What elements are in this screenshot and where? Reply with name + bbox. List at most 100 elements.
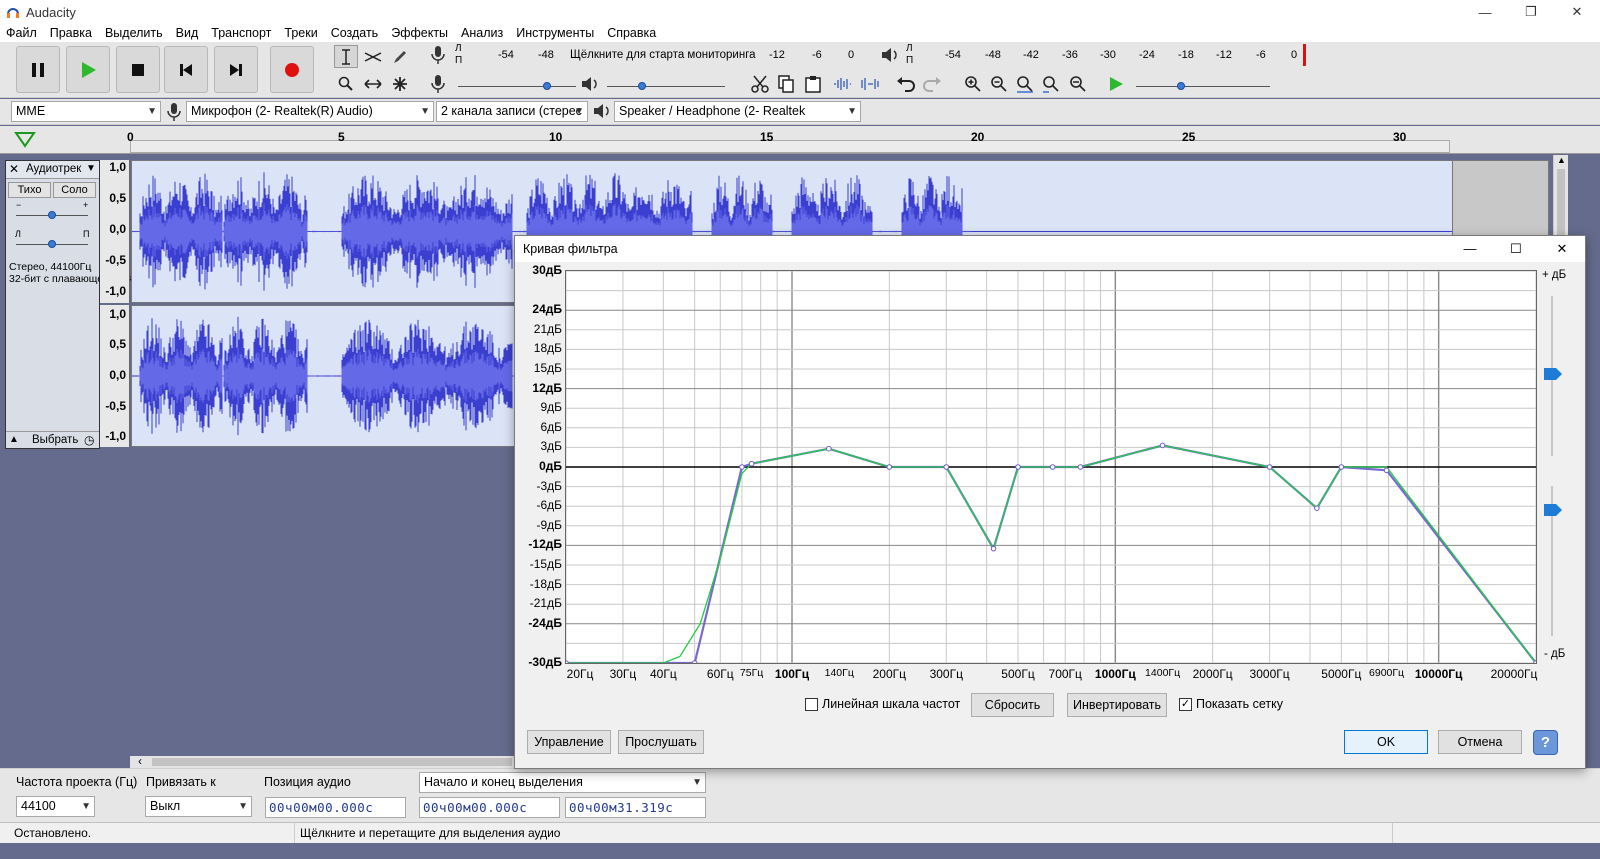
frequency-axis-label: 20Гц (566, 667, 594, 681)
filter-curve-plot[interactable] (563, 270, 1539, 666)
scroll-left-icon[interactable]: ‹ (138, 754, 142, 768)
mute-button[interactable]: Тихо (8, 182, 51, 198)
playback-device-select[interactable]: Speaker / Headphone (2- Realtek ▼ (614, 101, 861, 122)
solo-button[interactable]: Соло (53, 182, 96, 198)
timeline-ruler[interactable]: 0 5 10 15 20 25 30 (0, 126, 1600, 154)
dialog-maximize-button[interactable]: ☐ (1493, 236, 1539, 262)
skip-start-button[interactable] (164, 46, 208, 93)
play-at-speed-button[interactable] (1104, 72, 1128, 95)
show-grid-checkbox[interactable]: ✓ Показать сетку (1179, 697, 1283, 711)
ok-button[interactable]: OK (1344, 730, 1428, 754)
playback-volume-knob[interactable] (638, 82, 646, 90)
linear-scale-checkbox[interactable]: Линейная шкала частот (805, 697, 960, 711)
menu-view[interactable]: Вид (176, 24, 199, 42)
menu-transport[interactable]: Транспорт (211, 24, 271, 42)
play-meter-tick: -42 (1023, 49, 1039, 61)
record-meter[interactable]: -54 -48 Щёлкните для старта мониторинга … (462, 44, 858, 66)
fit-selection-button[interactable] (1013, 72, 1037, 95)
zoom-out-button[interactable] (987, 72, 1011, 95)
menu-tools[interactable]: Инструменты (516, 24, 594, 42)
pan-left-label: Л (15, 229, 21, 239)
track-close-icon[interactable]: ✕ (9, 162, 19, 176)
chevron-down-icon: ▼ (147, 106, 157, 117)
menu-effects[interactable]: Эффекты (391, 24, 448, 42)
minimize-button[interactable]: — (1462, 0, 1508, 24)
chevron-down-icon: ▼ (692, 777, 702, 788)
zoom-out-icon (991, 75, 1007, 92)
dialog-close-button[interactable]: ✕ (1539, 236, 1585, 262)
time-shift-tool[interactable] (361, 72, 385, 95)
dialog-minimize-button[interactable]: — (1447, 236, 1493, 262)
selection-mode-select[interactable]: Начало и конец выделения ▼ (419, 772, 706, 793)
selection-start-field[interactable]: 00ч00м00.000с (419, 797, 560, 818)
cancel-button[interactable]: Отмена (1438, 730, 1522, 754)
collapse-track-icon[interactable]: ▲ (9, 434, 19, 445)
chevron-down-icon[interactable]: ▼ (86, 163, 96, 174)
menu-help[interactable]: Справка (607, 24, 656, 42)
zoom-toggle-button[interactable] (1066, 72, 1090, 95)
pause-icon (32, 62, 44, 77)
min-db-slider-thumb[interactable] (1544, 504, 1562, 516)
stop-button[interactable] (116, 46, 160, 93)
project-rate-select[interactable]: 44100 ▼ (16, 796, 95, 817)
record-volume-knob[interactable] (543, 82, 551, 90)
copy-button[interactable] (774, 72, 798, 95)
play-speed-track[interactable] (1136, 86, 1270, 87)
playback-meter[interactable]: -54 -48 -42 -36 -30 -24 -18 -12 -6 0 (915, 44, 1315, 66)
pan-slider-knob[interactable] (48, 240, 56, 248)
scroll-up-icon[interactable]: ▲ (1557, 155, 1566, 165)
pencil-icon (394, 50, 406, 63)
selection-tool[interactable] (334, 45, 358, 68)
play-button[interactable] (66, 46, 110, 93)
cut-button[interactable] (748, 72, 772, 95)
recording-device-select[interactable]: Микрофон (2- Realtek(R) Audio) ▼ (186, 101, 434, 122)
trim-button[interactable] (830, 72, 854, 95)
zoom-tool[interactable] (334, 72, 358, 95)
dialog-title-bar: Кривая фильтра — ☐ ✕ (515, 236, 1585, 262)
reset-button[interactable]: Сбросить (971, 693, 1054, 717)
curve-control-point (886, 464, 893, 470)
menu-edit[interactable]: Правка (50, 24, 92, 42)
undo-button[interactable] (894, 72, 918, 95)
record-button[interactable] (270, 46, 314, 93)
recording-channels-select[interactable]: 2 канала записи (стерес ▼ (436, 101, 588, 122)
menu-analyze[interactable]: Анализ (461, 24, 503, 42)
zoom-in-button[interactable] (961, 72, 985, 95)
gain-slider-knob[interactable] (48, 211, 56, 219)
skip-end-button[interactable] (214, 46, 258, 93)
play-head-triangle-icon[interactable] (14, 130, 36, 148)
invert-button[interactable]: Инвертировать (1067, 693, 1167, 717)
pause-button[interactable] (16, 46, 60, 93)
menu-file[interactable]: Файл (6, 24, 37, 42)
manage-button[interactable]: Управление (527, 730, 611, 754)
play-speed-knob[interactable] (1177, 82, 1185, 90)
redo-button[interactable] (920, 72, 944, 95)
select-track-button[interactable]: Выбрать (32, 434, 78, 446)
silence-button[interactable] (858, 72, 882, 95)
multi-tool[interactable] (388, 72, 412, 95)
snap-to-select[interactable]: Выкл ▼ (145, 796, 252, 817)
help-button[interactable]: ? (1533, 730, 1558, 755)
gain-plus-label: + (83, 200, 89, 210)
audio-host-select[interactable]: MME ▼ (11, 101, 161, 122)
selection-mode-value: Начало и конец выделения (424, 775, 583, 789)
selection-end-field[interactable]: 00ч00м31.319с (565, 797, 706, 818)
envelope-tool[interactable] (361, 45, 385, 68)
menu-select[interactable]: Выделить (105, 24, 163, 42)
close-button[interactable]: ✕ (1554, 0, 1600, 24)
frequency-axis-label: 200Гц (872, 667, 907, 681)
audio-position-field[interactable]: 00ч00м00.000с (265, 797, 406, 818)
playback-volume-track[interactable] (607, 86, 725, 87)
paste-button[interactable] (801, 72, 825, 95)
fit-project-button[interactable] (1039, 72, 1063, 95)
restore-button[interactable]: ❐ (1508, 0, 1554, 24)
menu-generate[interactable]: Создать (331, 24, 379, 42)
max-db-slider-thumb[interactable] (1544, 368, 1562, 380)
draw-tool[interactable] (388, 45, 412, 68)
record-volume-track[interactable] (458, 86, 576, 87)
preview-button[interactable]: Прослушать (618, 730, 704, 754)
track-name-menu[interactable]: Аудиотрек (26, 163, 81, 175)
horizontal-scroll-thumb[interactable] (152, 758, 512, 766)
db-axis-label: 6дБ (540, 419, 562, 434)
menu-tracks[interactable]: Треки (284, 24, 317, 42)
